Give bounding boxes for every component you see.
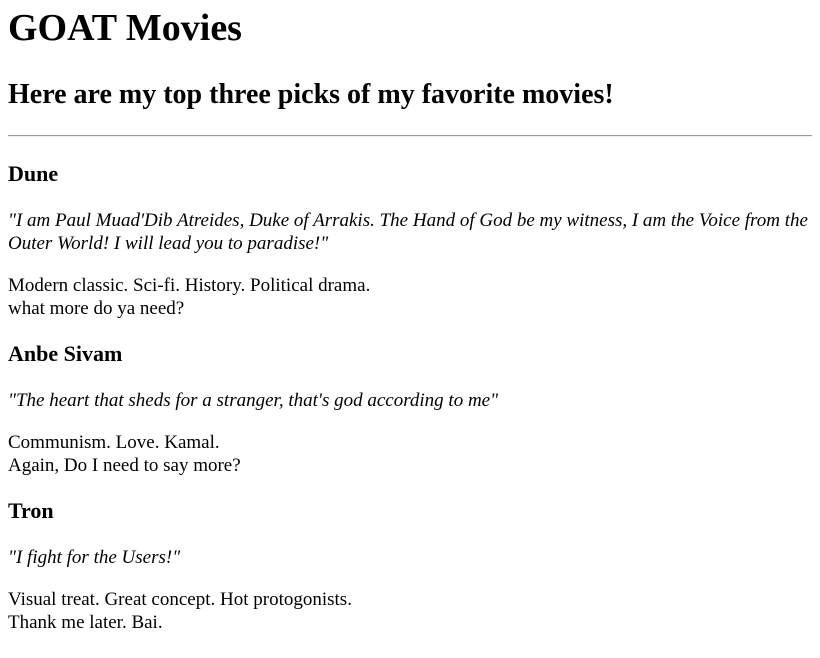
movie-description: Visual treat. Great concept. Hot protogo… (8, 588, 812, 634)
movie-quote: "I am Paul Muad'Dib Atreides, Duke of Ar… (8, 210, 808, 254)
movie-description-line: Visual treat. Great concept. Hot protogo… (8, 589, 352, 610)
movie-description: Communism. Love. Kamal. Again, Do I need… (8, 431, 812, 477)
page-title: GOAT Movies (8, 7, 242, 49)
movie-description-line: Thank me later. Bai. (8, 612, 163, 633)
movie-quote: "I fight for the Users!" (8, 547, 181, 568)
movie-quote: "The heart that sheds for a stranger, th… (8, 390, 499, 411)
movie-description-line: Communism. Love. Kamal. (8, 432, 220, 453)
movie-description: Modern classic. Sci-fi. History. Politic… (8, 274, 812, 320)
page-subtitle: Here are my top three picks of my favori… (8, 79, 614, 110)
movie-title: Tron (8, 498, 54, 523)
movie-description-line: Modern classic. Sci-fi. History. Politic… (8, 275, 371, 296)
movie-item-tron: Tron "I fight for the Users!" Visual tre… (8, 498, 812, 634)
movie-description-line: what more do ya need? (8, 298, 185, 319)
movie-description-line: Again, Do I need to say more? (8, 455, 241, 476)
movie-title: Dune (8, 161, 59, 186)
movie-item-anbe-sivam: Anbe Sivam "The heart that sheds for a s… (8, 341, 812, 477)
divider (8, 135, 812, 137)
movie-title: Anbe Sivam (8, 341, 123, 366)
movie-item-dune: Dune "I am Paul Muad'Dib Atreides, Duke … (8, 161, 812, 320)
page-content: GOAT Movies Here are my top three picks … (0, 0, 820, 634)
